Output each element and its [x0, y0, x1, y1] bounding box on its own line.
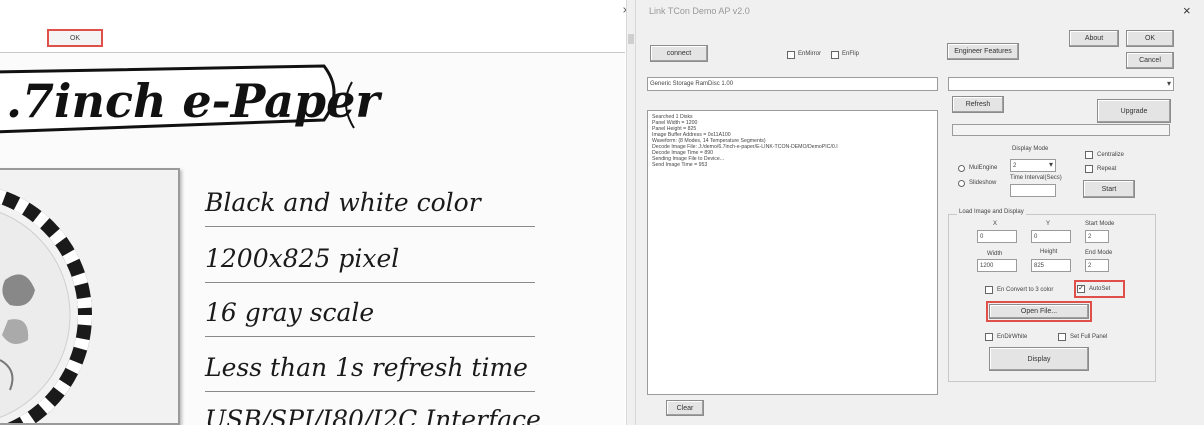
autoset-label: AutoSet [1089, 286, 1111, 292]
display-mode-value: 2 [1013, 162, 1017, 169]
y-label: Y [1046, 221, 1051, 227]
display-button[interactable]: Display [989, 347, 1089, 371]
en-dir-white-label: EnDirWhite [997, 334, 1028, 340]
time-interval-field[interactable] [1010, 184, 1056, 197]
repeat-label: Repeat [1097, 166, 1117, 172]
chevron-down-icon: ▾ [1166, 79, 1171, 88]
width-label: Width [987, 251, 1003, 257]
log-output[interactable]: Searched 1 Disks Panel Width = 1200 Pane… [647, 110, 938, 395]
height-field[interactable]: 825 [1031, 259, 1071, 272]
display-mode-label: Display Mode [1012, 146, 1049, 152]
y-field[interactable]: 0 [1031, 230, 1071, 243]
progress-bar [952, 124, 1170, 136]
chevron-down-icon: ▾ [1048, 160, 1053, 169]
centralize-label: Centralize [1097, 152, 1125, 158]
x-label: X [993, 221, 998, 227]
load-image-group-title: Load Image and Display [957, 209, 1026, 215]
mulengine-label: MulEngine [969, 165, 998, 171]
display-mode-select[interactable]: 2 ▾ [1010, 159, 1056, 172]
en-convert-checkbox[interactable] [985, 286, 993, 294]
en-flip-label: EnFlip [842, 51, 860, 57]
set-full-panel-label: Set Full Panel [1070, 334, 1108, 340]
device-select[interactable]: ▾ [948, 77, 1174, 91]
spec-color: Black and white color [205, 188, 481, 217]
close-dialog-icon[interactable]: × [1183, 3, 1191, 18]
end-mode-label: End Mode [1085, 250, 1113, 256]
scrollbar-thumb[interactable] [628, 34, 634, 44]
cancel-button[interactable]: Cancel [1126, 52, 1174, 69]
width-field[interactable]: 1200 [977, 259, 1017, 272]
start-button[interactable]: Start [1083, 180, 1135, 198]
centralize-checkbox[interactable] [1085, 151, 1093, 159]
start-mode-label: Start Mode [1085, 221, 1115, 227]
autoset-checkbox[interactable]: ✓ [1077, 285, 1085, 293]
start-mode-field[interactable]: 2 [1085, 230, 1109, 243]
en-mirror-label: EnMirror [798, 51, 822, 57]
spec-divider [205, 336, 535, 337]
en-convert-label: En Convert to 3 color [997, 287, 1054, 293]
product-photo-frame [0, 168, 180, 425]
spec-resolution: 1200x825 pixel [205, 244, 400, 273]
spec-grayscale: 16 gray scale [205, 298, 375, 327]
spec-divider [205, 226, 535, 227]
product-title: .7inch e-Paper [6, 74, 380, 128]
en-mirror-checkbox[interactable] [787, 51, 795, 59]
about-button[interactable]: About [1069, 30, 1119, 47]
spec-interface: USB/SPI/I80/I2C Interface [205, 405, 541, 425]
repeat-checkbox[interactable] [1085, 165, 1093, 173]
time-interval-label: Time Interval(Secs) [1010, 175, 1062, 181]
open-file-button[interactable]: Open File... [989, 304, 1089, 319]
viewer-ok-button[interactable]: OK [47, 29, 103, 47]
end-mode-field[interactable]: 2 [1085, 259, 1109, 272]
spec-divider [205, 282, 535, 283]
spec-refresh-time: Less than 1s refresh time [205, 353, 528, 382]
slideshow-label: Slideshow [969, 180, 997, 186]
height-label: Height [1040, 249, 1058, 255]
log-line: Send Image Time = 953 [652, 162, 708, 168]
refresh-button[interactable]: Refresh [952, 96, 1004, 113]
connect-button[interactable]: connect [650, 45, 708, 62]
upgrade-button[interactable]: Upgrade [1097, 99, 1171, 123]
spec-divider [205, 391, 535, 392]
dial-graphic [0, 189, 92, 423]
en-flip-checkbox[interactable] [831, 51, 839, 59]
x-field[interactable]: 0 [977, 230, 1017, 243]
set-full-panel-checkbox[interactable] [1058, 333, 1066, 341]
panel-scrollbar[interactable] [626, 0, 636, 425]
en-dir-white-checkbox[interactable] [985, 333, 993, 341]
dialog-title: Link TCon Demo AP v2.0 [649, 6, 750, 16]
device-name-field[interactable]: Generic Storage RamDisc 1.00 [647, 77, 938, 91]
clear-button[interactable]: Clear [666, 400, 704, 416]
slideshow-radio[interactable] [958, 180, 965, 187]
mulengine-radio[interactable] [958, 165, 965, 172]
engineer-features-button[interactable]: Engineer Features [947, 43, 1019, 60]
image-viewer: OK .7inch e-Paper Black and white color … [0, 0, 625, 425]
ok-button[interactable]: OK [1126, 30, 1174, 47]
